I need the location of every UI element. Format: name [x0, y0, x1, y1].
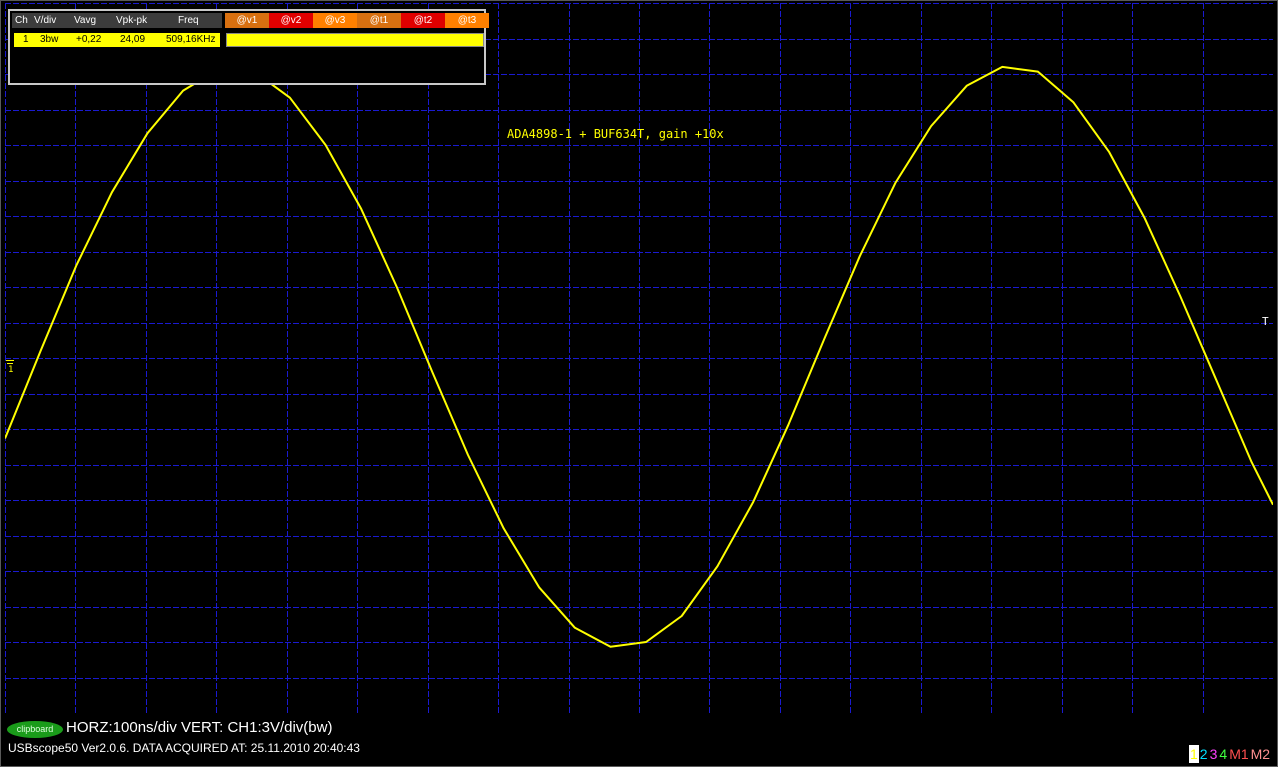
header-freq: Freq — [178, 15, 199, 26]
oscilloscope-screen[interactable] — [5, 3, 1273, 713]
clipboard-button[interactable]: clipboard — [7, 721, 63, 738]
trigger-label: T — [1262, 315, 1269, 328]
cursor-t3-header[interactable]: @t3 — [445, 13, 489, 28]
cursor-v3-header[interactable]: @v3 — [313, 13, 357, 28]
measurement-header-left: Ch V/div Vavg Vpk-pk Freq — [12, 13, 222, 28]
cursor-t2-header[interactable]: @t2 — [401, 13, 445, 28]
measurement-panel[interactable]: Ch V/div Vavg Vpk-pk Freq @v1 @v2 @v3 @t… — [8, 9, 489, 85]
channel-2-button[interactable]: 2 — [1198, 745, 1209, 763]
ground-channel-label: 1 — [8, 365, 14, 375]
measurement-values: 1 3bw +0,22 24,09 509,16KHz — [14, 33, 220, 47]
header-vdiv: V/div — [34, 15, 57, 26]
channel-selector[interactable]: 1 2 3 4 M1 M2 — [1189, 745, 1272, 763]
header-vavg: Vavg — [74, 15, 97, 26]
value-vavg: +0,22 — [76, 34, 102, 45]
value-vdiv: 3bw — [40, 34, 59, 45]
math-1-button[interactable]: M1 — [1228, 745, 1250, 763]
cursor-t1-header[interactable]: @t1 — [357, 13, 401, 28]
ground-icon[interactable]: 1 — [6, 360, 14, 375]
math-2-button[interactable]: M2 — [1249, 745, 1272, 763]
version-status: USBscope50 Ver2.0.6. DATA ACQUIRED AT: 2… — [8, 741, 360, 755]
header-vpkpk: Vpk-pk — [116, 15, 148, 26]
header-ch: Ch — [15, 15, 28, 26]
value-vpkpk: 24,09 — [120, 34, 146, 45]
trace-annotation: ADA4898-1 + BUF634T, gain +10x — [507, 127, 724, 141]
channel-1-button[interactable]: 1 — [1189, 745, 1199, 763]
value-freq: 509,16KHz — [166, 34, 216, 45]
channel-4-button[interactable]: 4 — [1218, 745, 1229, 763]
measurement-row-ch1[interactable]: 1 3bw +0,22 24,09 509,16KHz — [12, 32, 484, 48]
measurement-header: Ch V/div Vavg Vpk-pk Freq @v1 @v2 @v3 @t… — [12, 13, 489, 28]
cursor-values — [226, 33, 484, 47]
timebase-status: HORZ:100ns/div VERT: CH1:3V/div(bw) — [66, 719, 333, 736]
cursor-v1-header[interactable]: @v1 — [225, 13, 269, 28]
cursor-v2-header[interactable]: @v2 — [269, 13, 313, 28]
value-ch: 1 — [23, 34, 29, 45]
trigger-icon[interactable]: T — [1262, 315, 1269, 328]
scope-plot[interactable] — [5, 3, 1273, 713]
channel-3-button[interactable]: 3 — [1208, 745, 1219, 763]
